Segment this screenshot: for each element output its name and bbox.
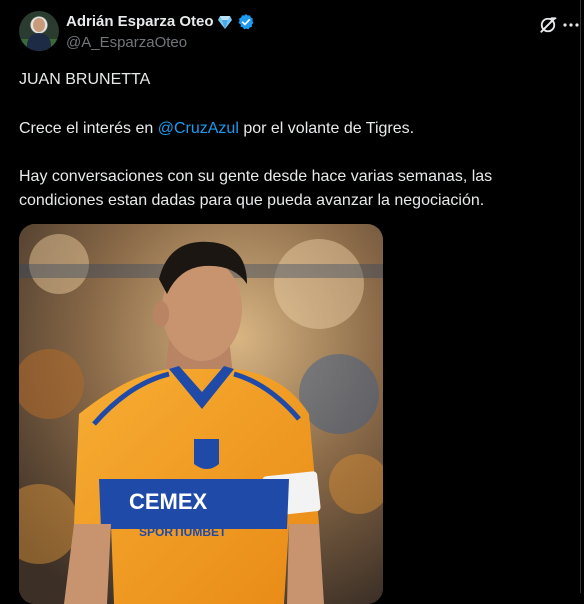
player-photo: CEMEX SPORTIUMBET bbox=[19, 224, 383, 604]
diamond-icon bbox=[217, 16, 232, 29]
post-line: Hay conversaciones con su gente desde ha… bbox=[19, 168, 493, 185]
divider bbox=[580, 0, 581, 593]
avatar[interactable] bbox=[19, 11, 59, 51]
jersey-sponsor-2: SPORTIUMBET bbox=[139, 525, 227, 539]
jersey-sponsor: CEMEX bbox=[129, 489, 208, 514]
handle[interactable]: @A_EsparzaOteo bbox=[66, 33, 187, 53]
post-title: JUAN BRUNETTA bbox=[19, 71, 151, 88]
post-image[interactable]: CEMEX SPORTIUMBET bbox=[19, 224, 383, 604]
verified-icon bbox=[238, 14, 253, 30]
post-text: Crece el interés en bbox=[19, 120, 158, 137]
mention-link[interactable]: @CruzAzul bbox=[158, 120, 239, 137]
post-line: condiciones estan dadas para que pueda a… bbox=[19, 192, 485, 209]
post-text: por el volante de Tigres. bbox=[238, 120, 415, 137]
display-name[interactable]: Adrián Esparza Oteo bbox=[66, 12, 214, 32]
post-line: Crece el interés en @CruzAzul por el vol… bbox=[19, 117, 414, 141]
author-row: Adrián Esparza Oteo bbox=[66, 12, 255, 32]
grok-icon[interactable] bbox=[538, 15, 558, 35]
post: Adrián Esparza Oteo @A_EsparzaOteo JUAN … bbox=[0, 0, 584, 604]
more-icon[interactable] bbox=[562, 16, 580, 34]
